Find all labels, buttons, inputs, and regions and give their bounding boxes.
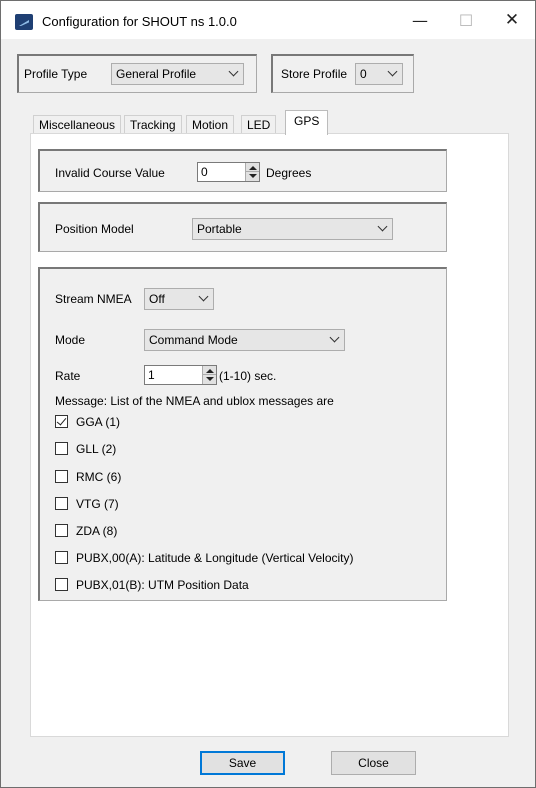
tab-motion[interactable]: Motion [186, 115, 235, 134]
spinner-arrows-icon[interactable] [202, 366, 216, 384]
profile-type-group: Profile Type General Profile [17, 54, 257, 93]
profile-type-label: Profile Type [24, 67, 88, 81]
rate-value: 1 [148, 368, 155, 382]
store-profile-select[interactable]: 0 [355, 63, 403, 85]
gga-checkbox[interactable] [55, 415, 68, 428]
stream-nmea-label: Stream NMEA [55, 292, 132, 306]
gll-checkbox[interactable] [55, 442, 68, 455]
stream-nmea-value: Off [149, 292, 165, 306]
tab-tracking[interactable]: Tracking [124, 115, 182, 134]
store-profile-value: 0 [360, 67, 367, 81]
chevron-down-icon [387, 66, 398, 77]
config-window: Configuration for SHOUT ns 1.0.0 — ☐ ✕ P… [0, 0, 536, 788]
stream-nmea-select[interactable]: Off [144, 288, 214, 310]
tab-gps[interactable]: GPS [285, 110, 329, 135]
position-model-label: Position Model [55, 222, 134, 236]
rmc-label[interactable]: RMC (6) [76, 470, 121, 484]
window-title: Configuration for SHOUT ns 1.0.0 [42, 14, 237, 29]
pubx00-checkbox[interactable] [55, 551, 68, 564]
tab-led[interactable]: LED [241, 115, 277, 134]
maximize-button[interactable]: ☐ [443, 5, 489, 35]
store-profile-group: Store Profile 0 [271, 54, 414, 93]
rmc-checkbox[interactable] [55, 470, 68, 483]
tab-miscellaneous[interactable]: Miscellaneous [33, 115, 122, 134]
position-model-group: Position Model Portable [38, 202, 447, 252]
pubx01-checkbox[interactable] [55, 578, 68, 591]
rate-unit-label: (1-10) sec. [219, 369, 277, 383]
rate-stepper[interactable]: 1 [144, 365, 217, 385]
app-icon [15, 14, 33, 30]
mode-label: Mode [55, 333, 86, 347]
degrees-label: Degrees [266, 166, 312, 180]
vtg-label[interactable]: VTG (7) [76, 497, 119, 511]
invalid-course-stepper[interactable]: 0 [197, 162, 260, 182]
invalid-course-value: 0 [201, 165, 208, 179]
invalid-course-group: Invalid Course Value 0 Degrees [38, 149, 447, 192]
position-model-select[interactable]: Portable [192, 218, 393, 240]
chevron-down-icon [228, 66, 239, 77]
close-button[interactable]: Close [331, 751, 416, 775]
gll-label[interactable]: GLL (2) [76, 442, 116, 456]
mode-select[interactable]: Command Mode [144, 329, 345, 351]
nmea-group: Stream NMEA Off Mode Command Mode Rate 1… [38, 267, 447, 601]
profile-type-value: General Profile [116, 67, 197, 81]
zda-label[interactable]: ZDA (8) [76, 524, 117, 538]
invalid-course-label: Invalid Course Value [55, 166, 165, 180]
position-model-value: Portable [197, 222, 242, 236]
chevron-down-icon [198, 291, 209, 302]
save-button[interactable]: Save [200, 751, 285, 775]
profile-type-select[interactable]: General Profile [111, 63, 244, 85]
rate-label: Rate [55, 369, 81, 383]
chevron-down-icon [329, 332, 340, 343]
mode-value: Command Mode [149, 333, 238, 347]
title-bar[interactable]: Configuration for SHOUT ns 1.0.0 — ☐ ✕ [1, 1, 535, 39]
gga-label[interactable]: GGA (1) [76, 415, 120, 429]
spinner-arrows-icon[interactable] [245, 163, 259, 181]
store-profile-label: Store Profile [281, 67, 348, 81]
chevron-down-icon [377, 221, 388, 232]
message-label: Message: List of the NMEA and ublox mess… [55, 394, 334, 408]
vtg-checkbox[interactable] [55, 497, 68, 510]
pubx01-label[interactable]: PUBX,01(B): UTM Position Data [76, 578, 249, 592]
zda-checkbox[interactable] [55, 524, 68, 537]
minimize-button[interactable]: — [397, 5, 443, 35]
close-window-button[interactable]: ✕ [489, 5, 535, 35]
pubx00-label[interactable]: PUBX,00(A): Latitude & Longitude (Vertic… [76, 551, 353, 565]
